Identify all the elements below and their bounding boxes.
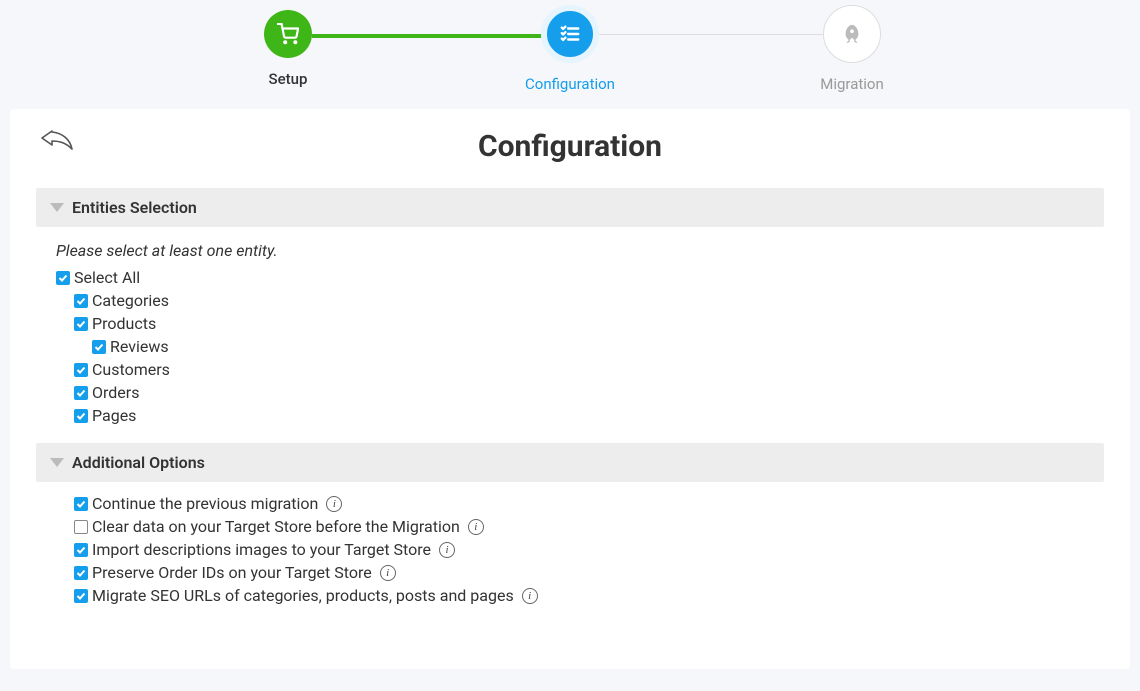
option-migrate-seo-row[interactable]: Migrate SEO URLs of categories, products… (74, 586, 1104, 605)
option-preserve-ids-label: Preserve Order IDs on your Target Store (92, 563, 372, 582)
entity-orders-label: Orders (92, 383, 139, 402)
entities-list: Select All Categories Products Reviews C… (56, 268, 1104, 425)
option-migrate-seo-label: Migrate SEO URLs of categories, products… (92, 586, 514, 605)
entity-orders-row[interactable]: Orders (74, 383, 1104, 402)
option-import-images-label: Import descriptions images to your Targe… (92, 540, 431, 559)
option-continue-prev-checkbox[interactable] (74, 497, 88, 511)
page-title: Configuration (36, 129, 1104, 164)
entity-reviews-checkbox[interactable] (92, 340, 106, 354)
option-preserve-ids-row[interactable]: Preserve Order IDs on your Target Store … (74, 563, 1104, 582)
select-all-checkbox[interactable] (56, 271, 70, 285)
card-header: Configuration (10, 109, 1130, 188)
info-icon[interactable]: i (522, 588, 538, 604)
chevron-down-icon (50, 203, 64, 212)
checklist-icon (559, 23, 581, 45)
options-section-header[interactable]: Additional Options (36, 443, 1104, 482)
entities-section-title: Entities Selection (72, 198, 197, 217)
step-setup[interactable]: Setup (147, 10, 429, 88)
option-clear-target-checkbox[interactable] (74, 520, 88, 534)
entity-pages-row[interactable]: Pages (74, 406, 1104, 425)
step-migration[interactable]: Migration (711, 10, 993, 93)
select-all-label: Select All (74, 268, 140, 287)
entity-reviews-label: Reviews (110, 337, 169, 356)
entity-products-checkbox[interactable] (74, 317, 88, 331)
entity-reviews-row[interactable]: Reviews (92, 337, 1104, 356)
rocket-icon (841, 23, 863, 45)
entity-customers-checkbox[interactable] (74, 363, 88, 377)
option-import-images-checkbox[interactable] (74, 543, 88, 557)
entity-categories-row[interactable]: Categories (74, 291, 1104, 310)
entity-products-row[interactable]: Products (74, 314, 1104, 333)
entity-orders-checkbox[interactable] (74, 386, 88, 400)
stepper: Setup Configuration Migration (0, 0, 1140, 93)
entities-section-header[interactable]: Entities Selection (36, 188, 1104, 227)
step-configuration-circle (541, 5, 599, 63)
entity-customers-label: Customers (92, 360, 170, 379)
option-preserve-ids-checkbox[interactable] (74, 566, 88, 580)
entity-customers-row[interactable]: Customers (74, 360, 1104, 379)
config-card: Configuration Entities Selection Please … (10, 109, 1130, 669)
option-migrate-seo-checkbox[interactable] (74, 589, 88, 603)
entity-products-label: Products (92, 314, 156, 333)
back-button[interactable] (40, 127, 74, 155)
reply-arrow-icon (40, 127, 74, 151)
info-icon[interactable]: i (326, 496, 342, 512)
step-migration-circle (823, 5, 881, 63)
entities-hint: Please select at least one entity. (56, 241, 1104, 260)
select-all-row[interactable]: Select All (56, 268, 1104, 287)
chevron-down-icon (50, 458, 64, 467)
option-clear-target-label: Clear data on your Target Store before t… (92, 517, 460, 536)
step-setup-circle (264, 10, 312, 58)
step-migration-label: Migration (820, 75, 884, 93)
step-configuration[interactable]: Configuration (429, 10, 711, 93)
step-configuration-label: Configuration (525, 75, 615, 93)
step-setup-label: Setup (269, 70, 308, 88)
info-icon[interactable]: i (468, 519, 484, 535)
info-icon[interactable]: i (439, 542, 455, 558)
entity-pages-checkbox[interactable] (74, 409, 88, 423)
step-line-2 (599, 34, 824, 35)
info-icon[interactable]: i (380, 565, 396, 581)
option-continue-prev-row[interactable]: Continue the previous migration i (74, 494, 1104, 513)
options-list: Continue the previous migration i Clear … (74, 494, 1104, 605)
option-continue-prev-label: Continue the previous migration (92, 494, 318, 513)
cart-icon (277, 23, 299, 45)
options-section-title: Additional Options (72, 453, 205, 472)
option-clear-target-row[interactable]: Clear data on your Target Store before t… (74, 517, 1104, 536)
step-line-1 (312, 34, 546, 38)
entity-categories-label: Categories (92, 291, 169, 310)
entity-categories-checkbox[interactable] (74, 294, 88, 308)
option-import-images-row[interactable]: Import descriptions images to your Targe… (74, 540, 1104, 559)
entity-pages-label: Pages (92, 406, 136, 425)
